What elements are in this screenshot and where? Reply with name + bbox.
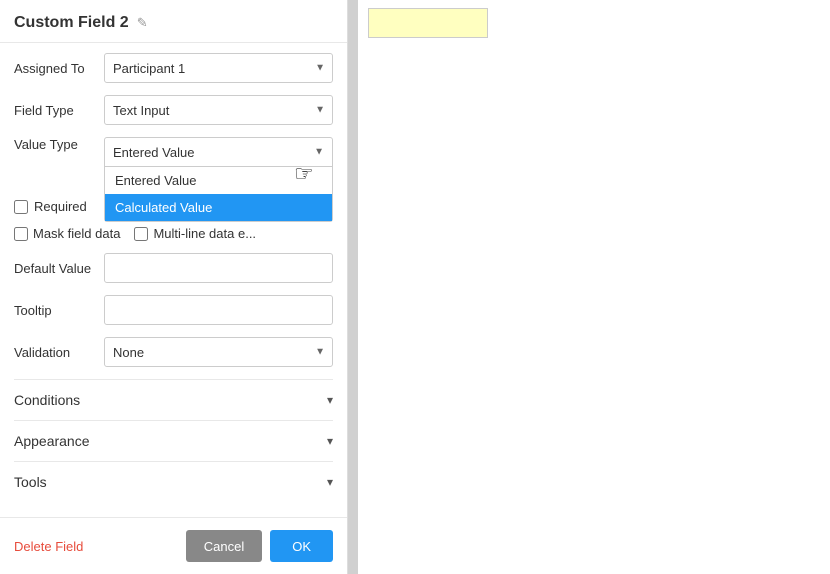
value-type-text: Entered Value — [113, 145, 194, 160]
edit-icon[interactable]: ✎ — [137, 15, 148, 31]
field-type-row: Field Type Text Input ▼ — [14, 95, 333, 125]
multiline-group: Multi-line data e... — [134, 226, 256, 241]
tooltip-label: Tooltip — [14, 303, 104, 318]
panel-header: Custom Field 2 ✎ — [0, 0, 347, 43]
conditions-section: Conditions ▾ — [14, 379, 333, 420]
yellow-field-input[interactable] — [368, 8, 488, 38]
default-value-input[interactable] — [104, 253, 333, 283]
mask-group: Mask field data — [14, 226, 120, 241]
validation-row: Validation None ▼ — [14, 337, 333, 367]
assigned-to-select[interactable]: Participant 1 — [104, 53, 333, 83]
field-type-label: Field Type — [14, 103, 104, 118]
panel-footer: Delete Field Cancel OK — [0, 517, 347, 574]
mask-label: Mask field data — [33, 226, 120, 241]
value-type-dropdown: Entered Value Calculated Value — [104, 167, 333, 222]
validation-select-wrapper: None ▼ — [104, 337, 333, 367]
mask-multiline-row: Mask field data Multi-line data e... — [14, 226, 333, 241]
cancel-button[interactable]: Cancel — [186, 530, 262, 562]
tools-header[interactable]: Tools ▾ — [14, 474, 333, 490]
dropdown-item-calculated[interactable]: Calculated Value — [105, 194, 332, 221]
tools-section: Tools ▾ — [14, 461, 333, 502]
panel-body: Assigned To Participant 1 ▼ Field Type T… — [0, 43, 347, 517]
tools-title: Tools — [14, 474, 47, 490]
value-type-select-wrapper: Entered Value ▼ Entered Value Calculated… — [104, 137, 333, 167]
value-type-input[interactable]: Entered Value ▼ — [104, 137, 333, 167]
assigned-to-select-wrapper: Participant 1 ▼ — [104, 53, 333, 83]
dropdown-item-entered[interactable]: Entered Value — [105, 167, 332, 194]
value-type-chevron-icon: ▼ — [314, 147, 324, 158]
required-checkbox[interactable] — [14, 200, 28, 214]
right-panel — [348, 0, 830, 574]
default-value-label: Default Value — [14, 261, 104, 276]
conditions-header[interactable]: Conditions ▾ — [14, 392, 333, 408]
default-value-row: Default Value — [14, 253, 333, 283]
multiline-label: Multi-line data e... — [153, 226, 256, 241]
tools-chevron-icon: ▾ — [327, 475, 333, 489]
appearance-chevron-icon: ▾ — [327, 434, 333, 448]
conditions-title: Conditions — [14, 392, 80, 408]
appearance-header[interactable]: Appearance ▾ — [14, 433, 333, 449]
validation-select[interactable]: None — [104, 337, 333, 367]
tooltip-row: Tooltip — [14, 295, 333, 325]
assigned-to-label: Assigned To — [14, 61, 104, 76]
field-type-select[interactable]: Text Input — [104, 95, 333, 125]
ok-button[interactable]: OK — [270, 530, 333, 562]
settings-panel: Custom Field 2 ✎ Assigned To Participant… — [0, 0, 348, 574]
validation-label: Validation — [14, 345, 104, 360]
right-panel-inner — [358, 0, 830, 574]
value-type-row: Value Type Entered Value ▼ Entered Value… — [14, 137, 333, 167]
field-type-select-wrapper: Text Input ▼ — [104, 95, 333, 125]
tooltip-input[interactable] — [104, 295, 333, 325]
mask-checkbox[interactable] — [14, 227, 28, 241]
assigned-to-row: Assigned To Participant 1 ▼ — [14, 53, 333, 83]
delete-field-button[interactable]: Delete Field — [14, 539, 83, 554]
value-type-label: Value Type — [14, 137, 104, 152]
conditions-chevron-icon: ▾ — [327, 393, 333, 407]
appearance-section: Appearance ▾ — [14, 420, 333, 461]
required-label: Required — [34, 199, 87, 214]
multiline-checkbox[interactable] — [134, 227, 148, 241]
panel-title: Custom Field 2 — [14, 14, 129, 32]
appearance-title: Appearance — [14, 433, 90, 449]
